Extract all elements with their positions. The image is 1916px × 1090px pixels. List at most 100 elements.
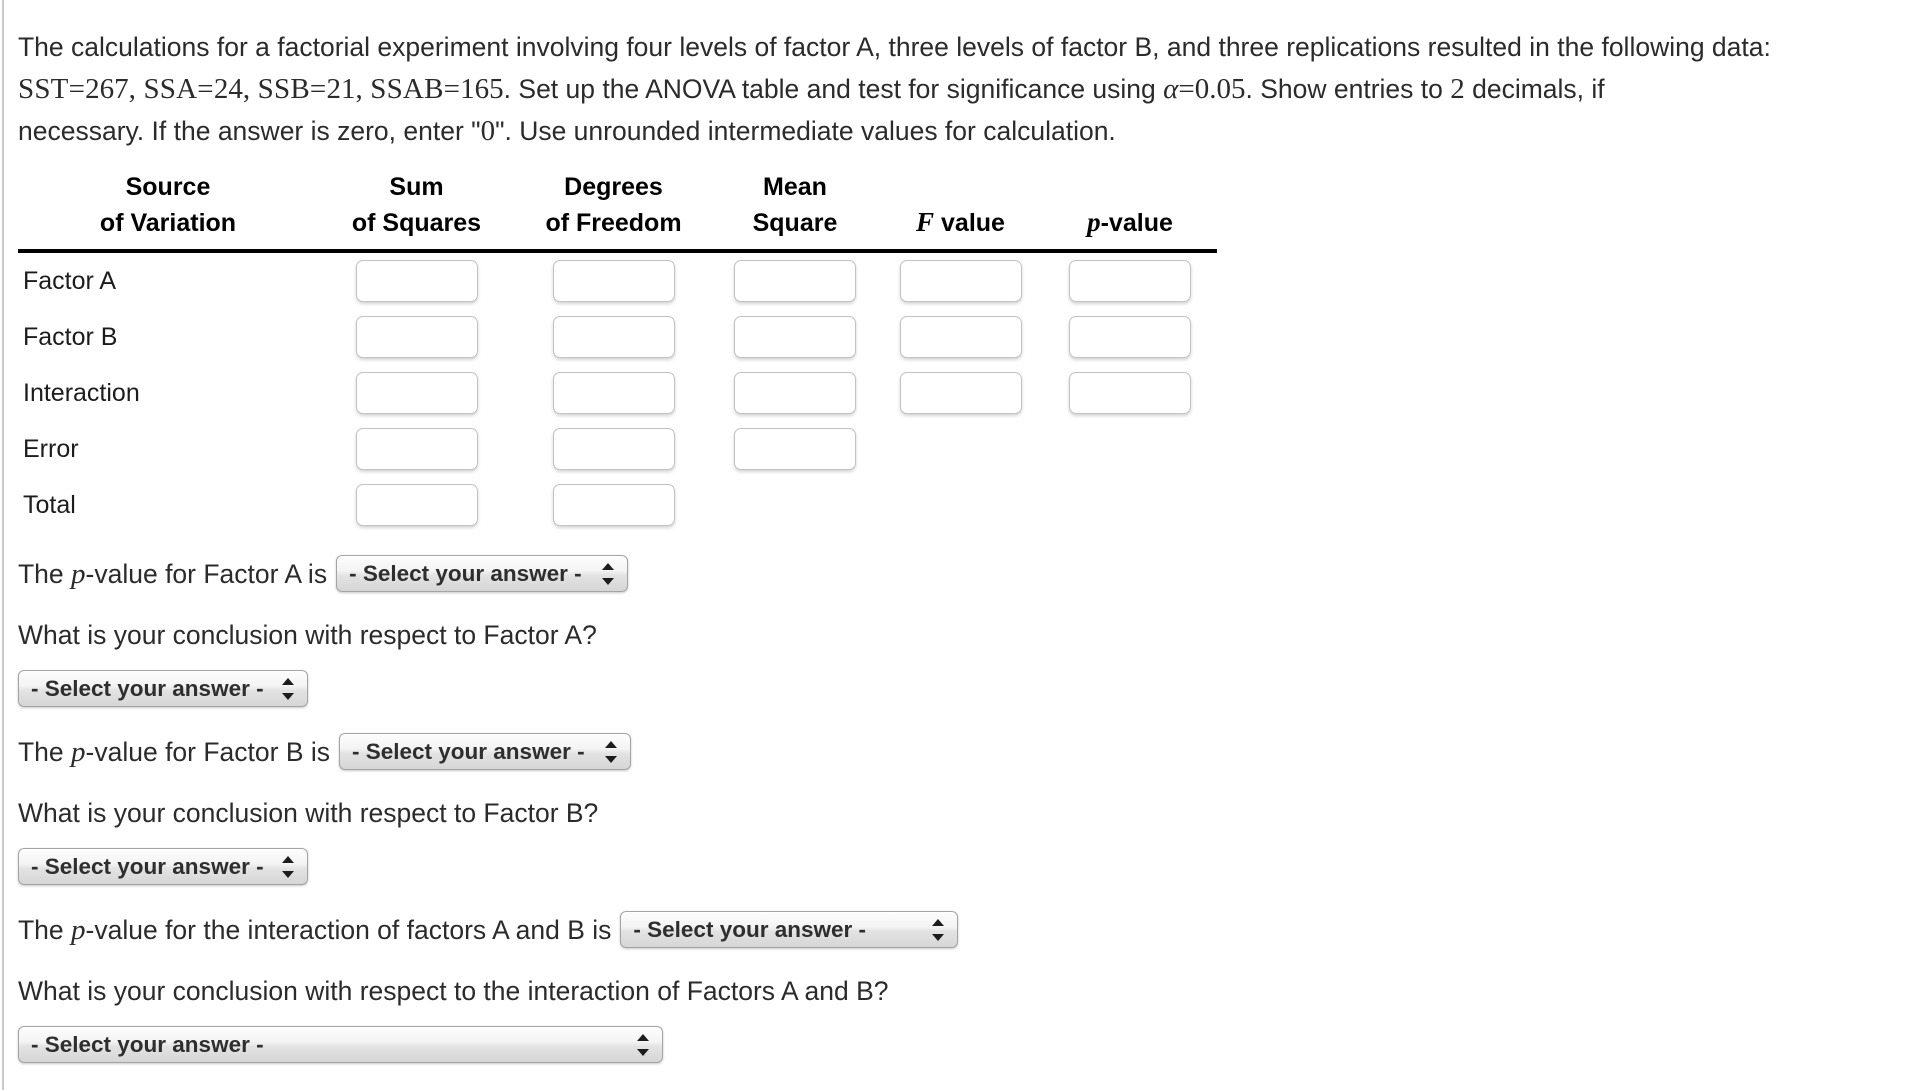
alpha-symbol: α <box>1163 73 1179 105</box>
pvalue-ab-p-symbol: p <box>71 913 86 946</box>
pvalue-factor-a-label: The p-value for Factor A is <box>18 557 327 591</box>
cell-interaction-df <box>515 365 712 421</box>
select-conclusion-interaction-row: - Select your answer - <box>0 1026 1916 1063</box>
table-row: Total <box>18 477 1217 533</box>
sep-3: , <box>355 73 363 105</box>
row-label-factor-b: Factor B <box>23 322 118 351</box>
header-of-freedom: of Freedom <box>545 209 682 237</box>
anova-table-body: Factor A Factor B Interaction Error Tota… <box>18 251 1217 533</box>
cell-interaction-p <box>1043 365 1217 421</box>
pvalue-a-pre: The <box>18 558 72 589</box>
cell-total-df <box>515 477 712 533</box>
input-interaction-f[interactable] <box>899 372 1022 414</box>
cell-factor-b-f <box>878 309 1043 365</box>
question-conclusion-factor-b-label: What is your conclusion with respect to … <box>18 798 599 828</box>
chevron-updown-icon <box>637 1032 649 1058</box>
input-factor-b-p[interactable] <box>1069 316 1191 358</box>
row-label-error: Error <box>23 434 79 463</box>
chevron-updown-icon <box>282 676 294 702</box>
input-interaction-ms[interactable] <box>734 372 856 414</box>
select-pvalue-factor-b[interactable]: - Select your answer - <box>339 733 631 770</box>
cell-total-f-empty <box>878 477 1043 533</box>
table-header-row-top: Source Sum Degrees Mean <box>18 170 1217 205</box>
input-factor-b-ms[interactable] <box>734 316 856 358</box>
pvalue-ab-post: -value for the interaction of factors A … <box>85 914 612 945</box>
input-error-df[interactable] <box>552 428 675 470</box>
sst-equals: = <box>68 73 86 105</box>
cell-factor-b-df <box>515 309 712 365</box>
header-underline <box>18 241 1217 253</box>
ssb-value: 21 <box>326 73 356 105</box>
input-factor-b-ss[interactable] <box>355 316 478 358</box>
cell-total-p-empty <box>1043 477 1217 533</box>
input-total-df[interactable] <box>552 484 675 526</box>
input-factor-a-ss[interactable] <box>355 260 478 302</box>
ssa-equals: = <box>197 73 214 105</box>
pvalue-a-post: -value for Factor A is <box>85 558 328 589</box>
select-conclusion-factor-b-row: - Select your answer - <box>0 848 1916 885</box>
table-row: Factor B <box>18 309 1217 365</box>
problem-line-2-mid: . Set up the ANOVA table and test for si… <box>503 74 1164 104</box>
input-total-ss[interactable] <box>355 484 478 526</box>
sst-label: SST <box>18 73 69 105</box>
input-error-ss[interactable] <box>355 428 478 470</box>
header-of-squares: of Squares <box>351 209 482 237</box>
sst-value: 267 <box>85 73 129 105</box>
table-header-rule <box>18 241 1217 253</box>
pvalue-interaction-label: The p-value for the interaction of facto… <box>18 913 611 947</box>
problem-line-3-pre: necessary. If the answer is zero, enter … <box>18 116 481 146</box>
select-conclusion-factor-a-row: - Select your answer - <box>0 670 1916 707</box>
select-pvalue-interaction[interactable]: - Select your answer - <box>620 911 959 948</box>
problem-line-3-post: ". Use unrounded intermediate values for… <box>495 116 1116 146</box>
alpha-value: 0.05 <box>1194 73 1246 105</box>
sep-2: , <box>242 73 251 105</box>
cell-error-f-empty <box>878 421 1043 477</box>
input-factor-a-ms[interactable] <box>734 260 856 302</box>
select-pvalue-factor-a[interactable]: - Select your answer - <box>336 555 629 592</box>
decimals-count: 2 <box>1450 73 1465 105</box>
select-conclusion-interaction[interactable]: - Select your answer - <box>18 1026 663 1063</box>
anova-table: Source Sum Degrees Mean of Variation of … <box>18 170 1217 533</box>
cell-interaction-ms <box>712 365 878 421</box>
input-factor-b-df[interactable] <box>552 316 675 358</box>
spacer-after-table <box>0 533 1916 555</box>
cell-factor-b-ms <box>712 309 878 365</box>
header-source-top: Source <box>125 173 211 201</box>
ssa-value: 24 <box>213 73 243 105</box>
input-interaction-ss[interactable] <box>355 372 478 414</box>
table-row: Factor A <box>18 251 1217 309</box>
cell-factor-a-p <box>1043 251 1217 309</box>
pvalue-b-post: -value for Factor B is <box>85 736 330 767</box>
input-interaction-p[interactable] <box>1069 372 1191 414</box>
input-factor-b-f[interactable] <box>899 316 1022 358</box>
input-interaction-df[interactable] <box>552 372 675 414</box>
anova-table-container: Source Sum Degrees Mean of Variation of … <box>0 152 1916 533</box>
select-conclusion-factor-a[interactable]: - Select your answer - <box>18 670 308 707</box>
header-f-top <box>878 170 1043 205</box>
cell-factor-a-ss <box>318 251 515 309</box>
pvalue-ab-pre: The <box>18 914 72 945</box>
input-error-ms[interactable] <box>734 428 856 470</box>
question-pvalue-factor-a: The p-value for Factor A is - Select you… <box>0 555 1916 592</box>
input-factor-a-f[interactable] <box>899 260 1022 302</box>
chevron-updown-icon <box>605 739 617 765</box>
header-f-value: F value <box>878 205 1043 241</box>
table-header-row-bottom: of Variation of Squares of Freedom Squar… <box>18 205 1217 241</box>
cell-factor-b-ss <box>318 309 515 365</box>
header-degrees-top: Degrees <box>564 173 663 201</box>
problem-line-1: The calculations for a factorial experim… <box>18 32 1771 62</box>
problem-line-2-end: decimals, if <box>1464 74 1605 104</box>
chevron-updown-icon <box>282 854 294 880</box>
select-conclusion-factor-b[interactable]: - Select your answer - <box>18 848 308 885</box>
header-square: Square <box>752 209 838 237</box>
question-conclusion-factor-a-label: What is your conclusion with respect to … <box>18 620 597 650</box>
input-factor-a-p[interactable] <box>1069 260 1191 302</box>
ssab-equals: = <box>443 73 461 105</box>
input-factor-a-df[interactable] <box>552 260 675 302</box>
